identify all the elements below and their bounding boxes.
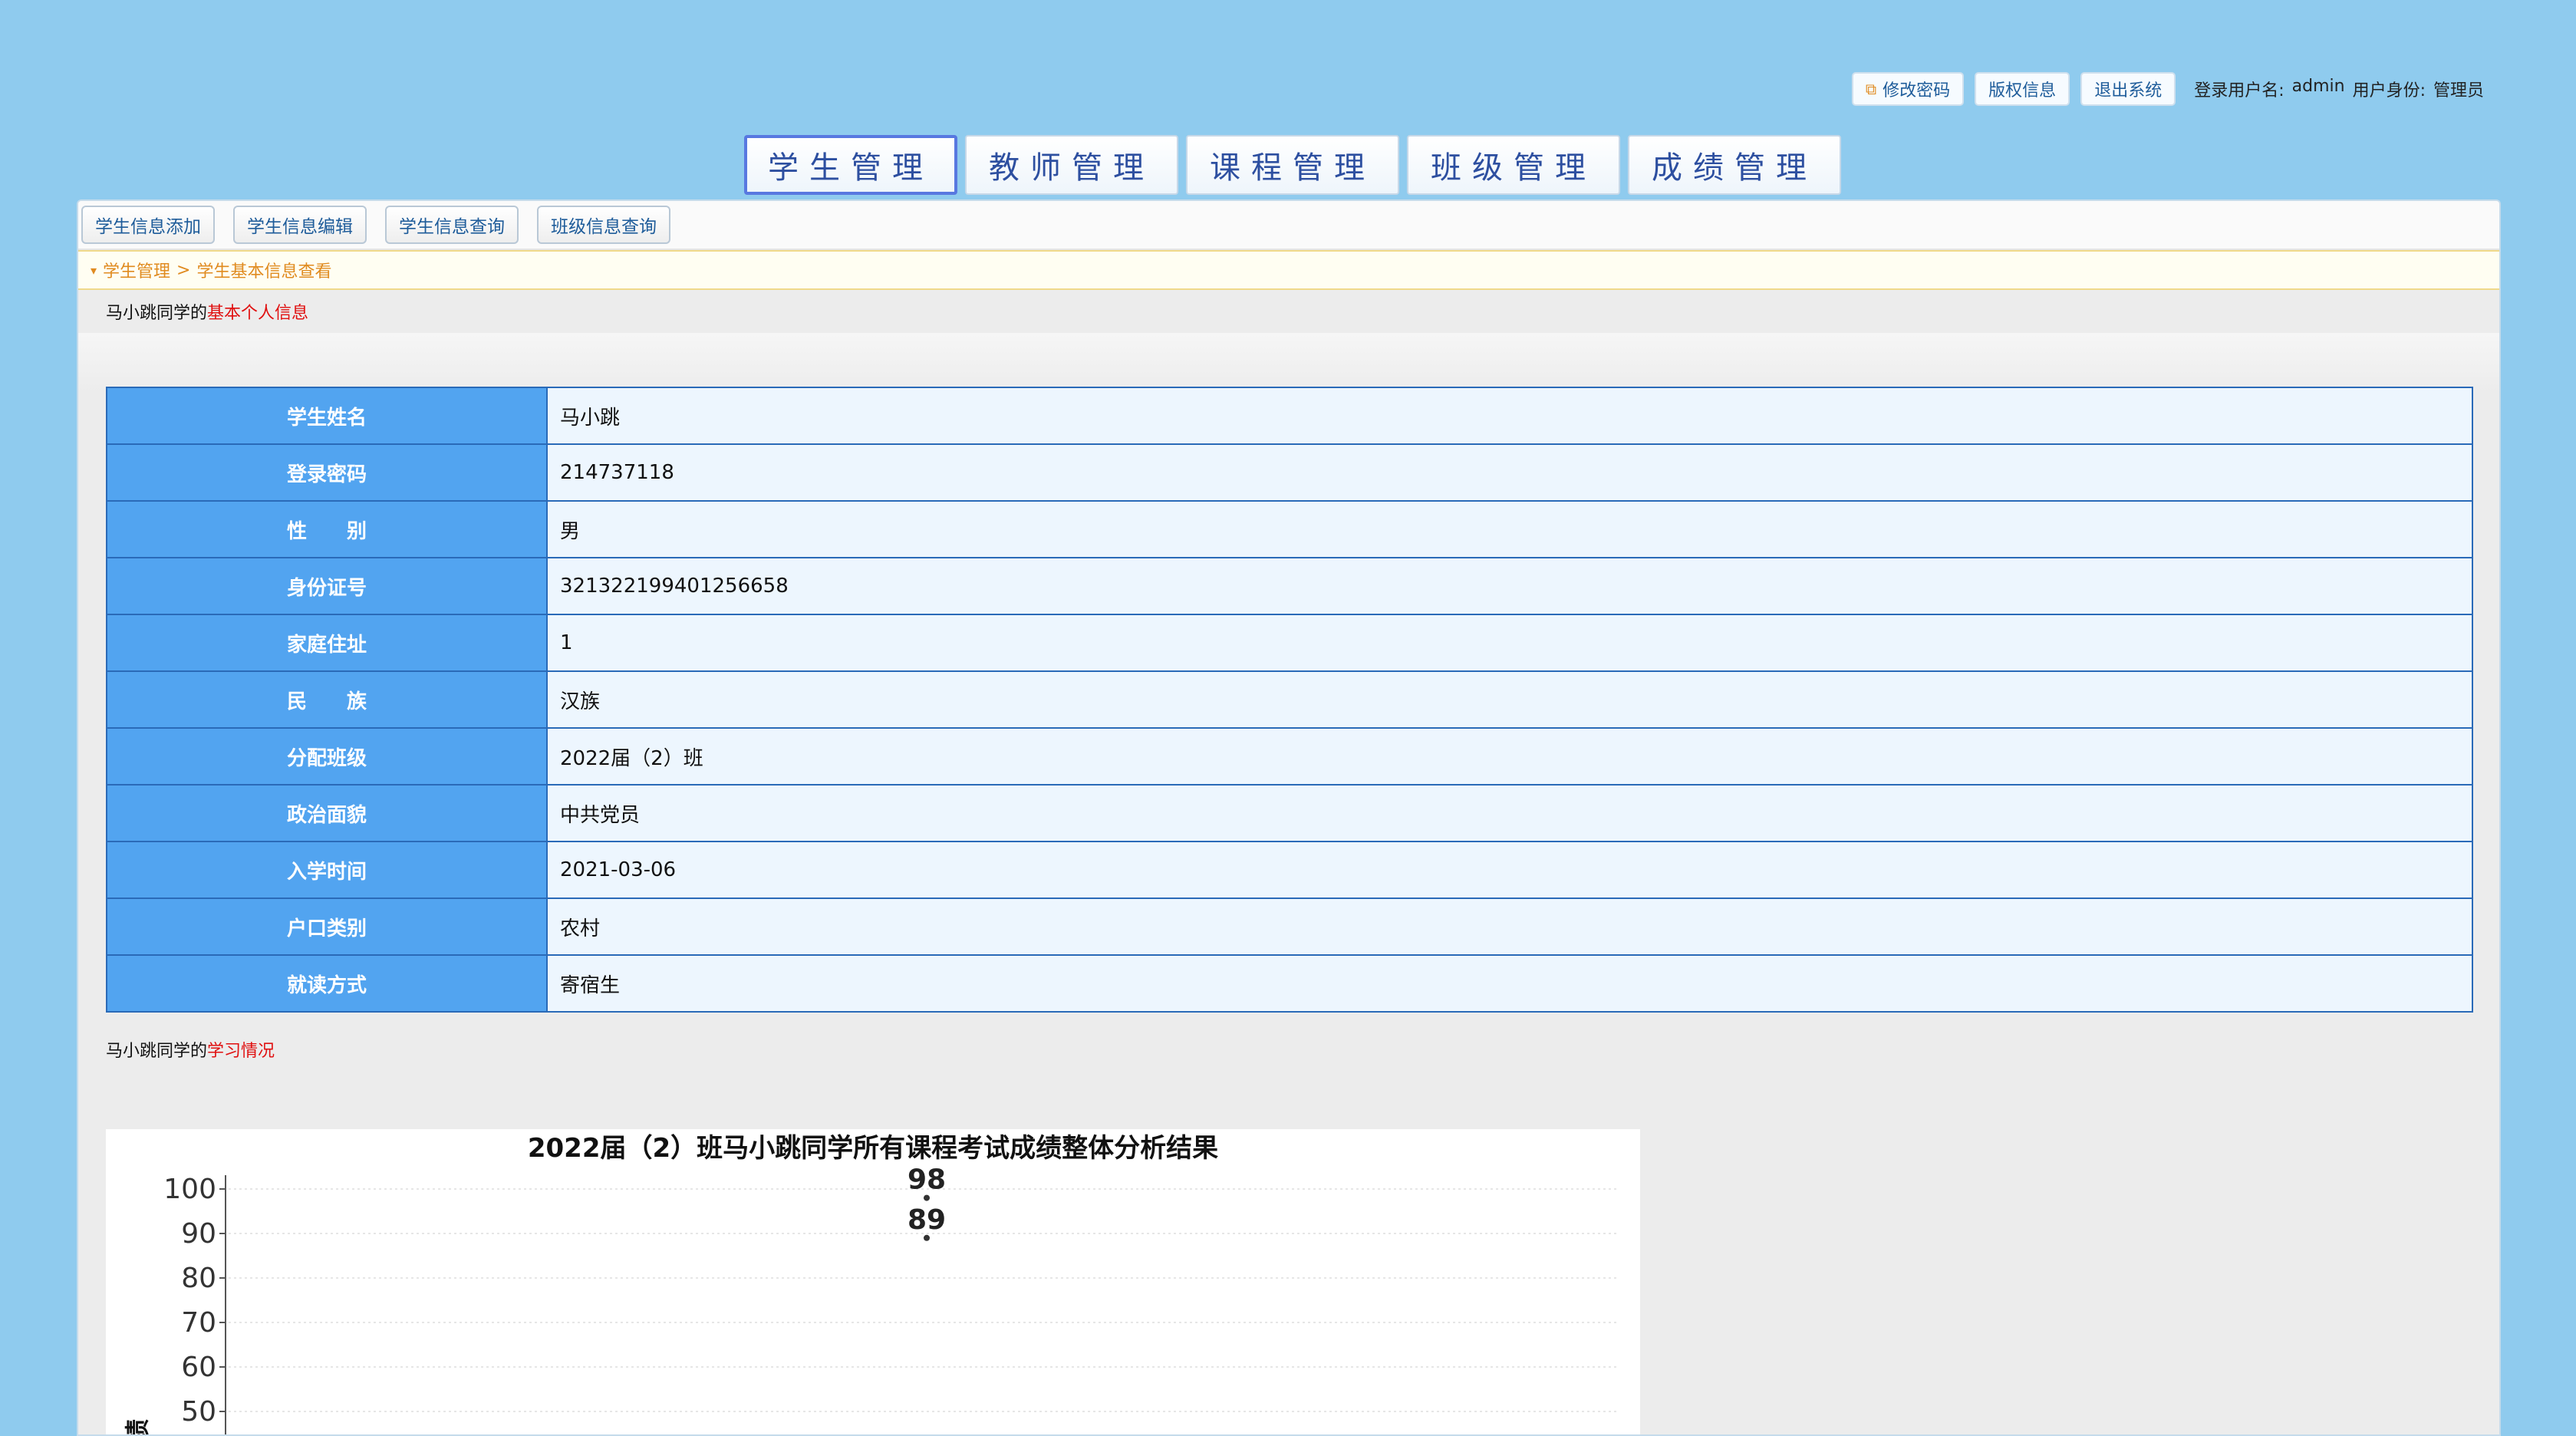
tab-teacher-management[interactable]: 教师管理	[965, 135, 1178, 195]
breadcrumb-root[interactable]: 学生管理	[103, 258, 170, 282]
info-value: 男	[546, 500, 2473, 558]
chart-y-label: 成绩	[123, 1419, 152, 1436]
basic-info-prefix: 马小跳同学的	[106, 304, 208, 323]
info-row: 就读方式 寄宿生	[106, 954, 2473, 1013]
query-student-button[interactable]: 学生信息查询	[385, 206, 519, 244]
info-value: 农村	[546, 898, 2473, 956]
chart-y-tick-label: 100	[163, 1174, 216, 1205]
score-chart-svg: 2022届（2）班马小跳同学所有课程考试成绩整体分析结果 成绩 100 90 80 7…	[123, 1133, 1617, 1436]
chart-data-label: 98	[908, 1164, 946, 1196]
info-label: 学生姓名	[106, 387, 548, 445]
info-row: 政治面貌 中共党员	[106, 784, 2473, 842]
caret-down-icon: ▾	[91, 262, 97, 278]
info-label: 政治面貌	[106, 784, 548, 842]
info-value: 马小跳	[546, 387, 2473, 445]
change-password-button[interactable]: ⧉ 修改密码	[1851, 72, 1965, 106]
chart-y-tick-label: 80	[181, 1263, 216, 1294]
chart-point	[924, 1234, 930, 1241]
top-bar: ⧉ 修改密码 版权信息 退出系统 登录用户名: admin 用户身份: 管理员	[1851, 72, 2484, 106]
info-label: 民 族	[106, 670, 548, 729]
main-tabs: 学生管理 教师管理 课程管理 班级管理 成绩管理	[744, 135, 1841, 195]
info-row: 入学时间 2021-03-06	[106, 841, 2473, 899]
info-value: 1	[546, 614, 2473, 672]
copyright-button[interactable]: 版权信息	[1975, 72, 2070, 106]
login-info: 登录用户名: admin 用户身份: 管理员	[2194, 77, 2484, 101]
chart-y-tick-label: 60	[181, 1352, 216, 1383]
role-value: 管理员	[2433, 81, 2484, 100]
info-value: 2022届（2）班	[546, 727, 2473, 786]
info-label: 身份证号	[106, 557, 548, 615]
info-label: 分配班级	[106, 727, 548, 786]
tab-student-management[interactable]: 学生管理	[744, 135, 957, 195]
info-label: 户口类别	[106, 898, 548, 956]
breadcrumb-current: 学生基本信息查看	[196, 262, 332, 282]
login-label: 登录用户名:	[2194, 81, 2284, 100]
add-student-button[interactable]: 学生信息添加	[81, 206, 215, 244]
breadcrumb: ▾ 学生管理 > 学生基本信息查看	[78, 250, 2499, 290]
info-value: 汉族	[546, 670, 2473, 729]
info-value: 214737118	[546, 443, 2473, 502]
info-row: 身份证号 321322199401256658	[106, 557, 2473, 615]
login-user: admin	[2291, 77, 2345, 96]
info-row: 民 族汉族	[106, 670, 2473, 729]
chart-point	[924, 1194, 930, 1201]
student-info-table: 学生姓名 马小跳 登录密码 214737118 性 别男身份证号 321322199401…	[106, 387, 2473, 1013]
score-chart: 2022届（2）班马小跳同学所有课程考试成绩整体分析结果 成绩 100 90 80 7…	[106, 1129, 1640, 1436]
query-class-button[interactable]: 班级信息查询	[537, 206, 670, 244]
info-row: 分配班级 2022届（2）班	[106, 727, 2473, 786]
breadcrumb-separator: >	[176, 260, 191, 280]
study-heading: 马小跳同学的学习情况	[106, 1037, 275, 1062]
content-panel: 学生信息添加 学生信息编辑 学生信息查询 班级信息查询 ▾ 学生管理 > 学生基…	[77, 199, 2501, 1436]
chart-title: 2022届（2）班马小跳同学所有课程考试成绩整体分析结果	[528, 1133, 1218, 1164]
info-label: 家庭住址	[106, 614, 548, 672]
tab-class-management[interactable]: 班级管理	[1407, 135, 1620, 195]
study-highlight: 学习情况	[207, 1042, 275, 1061]
info-row: 户口类别 农村	[106, 898, 2473, 956]
role-label: 用户身份:	[2352, 81, 2426, 100]
logout-button[interactable]: 退出系统	[2080, 72, 2176, 106]
study-prefix: 马小跳同学的	[106, 1042, 208, 1061]
chart-data-label: 89	[908, 1204, 946, 1236]
info-label: 登录密码	[106, 443, 548, 502]
info-value: 寄宿生	[546, 954, 2473, 1013]
chart-y-tick-label: 70	[181, 1307, 216, 1339]
info-row: 登录密码 214737118	[106, 443, 2473, 502]
info-label: 就读方式	[106, 954, 548, 1013]
info-row: 家庭住址 1	[106, 614, 2473, 672]
change-password-label: 修改密码	[1883, 81, 1951, 100]
info-value: 中共党员	[546, 784, 2473, 842]
info-row: 学生姓名 马小跳	[106, 387, 2473, 445]
logout-label: 退出系统	[2094, 81, 2163, 100]
info-row: 性 别男	[106, 500, 2473, 558]
info-label: 入学时间	[106, 841, 548, 899]
copyright-label: 版权信息	[1988, 81, 2057, 100]
tab-course-management[interactable]: 课程管理	[1186, 135, 1399, 195]
info-value: 321322199401256658	[546, 557, 2473, 615]
external-link-icon: ⧉	[1865, 80, 1877, 98]
info-value: 2021-03-06	[546, 841, 2473, 899]
chart-y-tick-label: 90	[181, 1218, 216, 1250]
tab-grade-management[interactable]: 成绩管理	[1628, 135, 1841, 195]
chart-y-tick-label: 50	[181, 1396, 216, 1428]
info-label: 性 别	[106, 500, 548, 558]
basic-info-heading: 马小跳同学的基本个人信息	[106, 299, 308, 324]
divider-band	[78, 333, 2499, 393]
edit-student-button[interactable]: 学生信息编辑	[233, 206, 367, 244]
basic-info-highlight: 基本个人信息	[207, 304, 309, 323]
sub-nav: 学生信息添加 学生信息编辑 学生信息查询 班级信息查询	[78, 201, 2499, 250]
